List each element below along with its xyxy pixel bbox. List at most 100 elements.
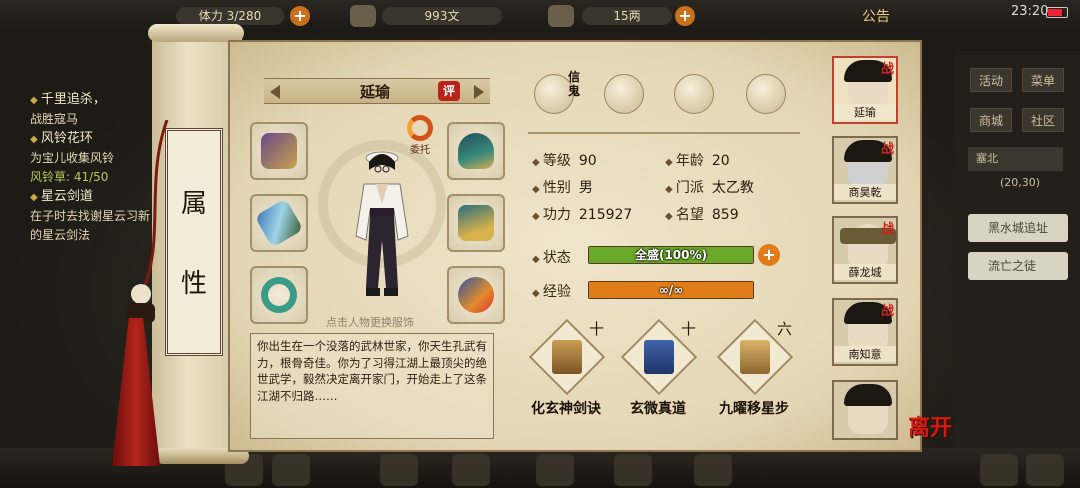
amulet-icon [458, 277, 494, 313]
nav-icon[interactable] [272, 454, 310, 486]
stat-label: 性别 [532, 180, 571, 196]
quest-title: 千里追杀， [30, 90, 155, 110]
helmet-icon [458, 133, 494, 169]
status-label-text: 状态 [532, 250, 571, 266]
add-silver-button[interactable]: + [675, 6, 695, 26]
menu-button[interactable]: 菜单 [1022, 68, 1064, 92]
meridian-figure-icon [746, 74, 786, 114]
notice-button[interactable]: 公告 [862, 6, 890, 26]
quick-icon-meridian[interactable] [742, 68, 790, 120]
skill-slot[interactable]: 六 九曜移星步 [716, 318, 794, 417]
stat-value: 男 [578, 180, 593, 196]
activity-button[interactable]: 活动 [970, 68, 1012, 92]
location-display[interactable]: 塞北 (20,30) [968, 147, 1063, 189]
member-name: 南知意 [834, 346, 896, 362]
skill-book-icon [740, 340, 770, 374]
stat-gender: 性别男 [532, 177, 593, 197]
exp-label: 经验 [532, 281, 571, 301]
quick-icon-map[interactable] [600, 68, 648, 120]
battery-icon [1046, 7, 1068, 18]
equip-slot-armor[interactable] [447, 194, 505, 252]
stamina-value: 3/280 [226, 9, 262, 23]
rate-button[interactable]: 评 [438, 81, 460, 101]
nav-icon[interactable] [380, 454, 418, 486]
member-name: 薛龙城 [834, 264, 896, 280]
status-bar-text: 全盛(100%) [634, 248, 708, 262]
equip-slot-head[interactable] [447, 122, 505, 180]
stat-value: 215927 [578, 207, 633, 223]
skill-level: 六 [776, 320, 792, 338]
skill-book-icon [552, 340, 582, 374]
team-member-card[interactable]: 战 薛龙城 [832, 216, 898, 284]
exp-bar: ∞/∞ [588, 281, 754, 299]
side-quest-tag[interactable]: 流亡之徒 [968, 252, 1068, 280]
map-scroll-icon [604, 74, 644, 114]
skill-book-icon [644, 340, 674, 374]
stat-power: 功力 215927 [532, 204, 632, 224]
equip-slot-accessory[interactable] [447, 266, 505, 324]
quick-icon-bagua[interactable] [670, 68, 718, 120]
status-bar: 全盛(100%) [588, 246, 754, 264]
character-figure[interactable] [338, 140, 426, 310]
skill-slot[interactable]: 十 化玄神剑诀 [528, 318, 606, 417]
team-member-card[interactable] [832, 380, 898, 440]
battle-tag: 战 [880, 222, 894, 237]
coin-icon [350, 5, 376, 27]
nav-icon[interactable] [452, 454, 490, 486]
location-name: 塞北 [976, 152, 998, 165]
stamina-display: 体力 3/280 [176, 7, 284, 25]
team-member-card[interactable]: 战 延瑜 [832, 56, 898, 124]
nav-icon[interactable] [980, 454, 1018, 486]
stamina-label: 体力 [198, 9, 223, 23]
stat-value: 太乙教 [711, 180, 754, 196]
stat-label: 功力 [532, 207, 571, 223]
stat-fame: 名望 859 [665, 204, 739, 224]
battle-tag: 战 [880, 142, 894, 157]
quick-icon-badge: 信鬼 [568, 70, 581, 98]
team-member-card[interactable]: 战 南知意 [832, 298, 898, 366]
nav-icon[interactable] [694, 454, 732, 486]
avatar-hair [844, 384, 892, 406]
silver-ingot-icon [548, 5, 574, 27]
armor-icon [458, 205, 494, 241]
side-quest-tag[interactable]: 黑水城追址 [968, 214, 1068, 242]
skill-level: 十 [588, 320, 604, 338]
exp-label-text: 经验 [532, 284, 571, 300]
location-coords: (20,30) [1000, 176, 1041, 189]
section-divider [528, 132, 800, 134]
stat-label: 门派 [665, 180, 704, 196]
sword-icon [254, 198, 304, 248]
shop-button[interactable]: 商城 [970, 108, 1012, 132]
exp-bar-text: ∞/∞ [658, 283, 684, 297]
member-name: 商昊乾 [834, 184, 896, 200]
community-button[interactable]: 社区 [1022, 108, 1064, 132]
copper-display: 993文 [382, 7, 502, 25]
add-stamina-button[interactable]: + [290, 6, 310, 26]
jade-bead [131, 284, 151, 304]
nav-icon[interactable] [614, 454, 652, 486]
tab-char: 性 [180, 269, 207, 299]
stat-sect: 门派太乙教 [665, 177, 754, 197]
equip-slot-gloves[interactable] [250, 122, 308, 180]
stat-label: 名望 [665, 207, 704, 223]
skill-slot[interactable]: 十 玄微真道 [620, 318, 698, 417]
stat-value: 20 [711, 153, 730, 169]
stat-value: 90 [578, 153, 597, 169]
skill-level: 十 [680, 320, 696, 338]
member-name: 延瑜 [834, 104, 896, 120]
equip-slot-weapon[interactable] [250, 194, 308, 252]
battle-tag: 战 [880, 304, 894, 319]
leave-button[interactable]: 离开 [908, 410, 956, 450]
battle-tag: 战 [880, 62, 894, 77]
team-member-card[interactable]: 战 商昊乾 [832, 136, 898, 204]
bagua-icon [674, 74, 714, 114]
change-outfit-hint: 点击人物更换服饰 [326, 316, 414, 329]
skill-name: 玄微真道 [630, 401, 686, 417]
character-bio: 你出生在一个没落的武林世家，你天生孔武有力，根骨奇佳。你为了习得江湖上最顶尖的绝… [250, 333, 494, 439]
stat-label: 等级 [532, 153, 571, 169]
stat-age: 年龄 20 [665, 150, 730, 170]
restore-status-button[interactable]: + [758, 244, 780, 266]
nav-icon[interactable] [536, 454, 574, 486]
ring-icon [261, 277, 297, 313]
nav-icon[interactable] [1026, 454, 1064, 486]
